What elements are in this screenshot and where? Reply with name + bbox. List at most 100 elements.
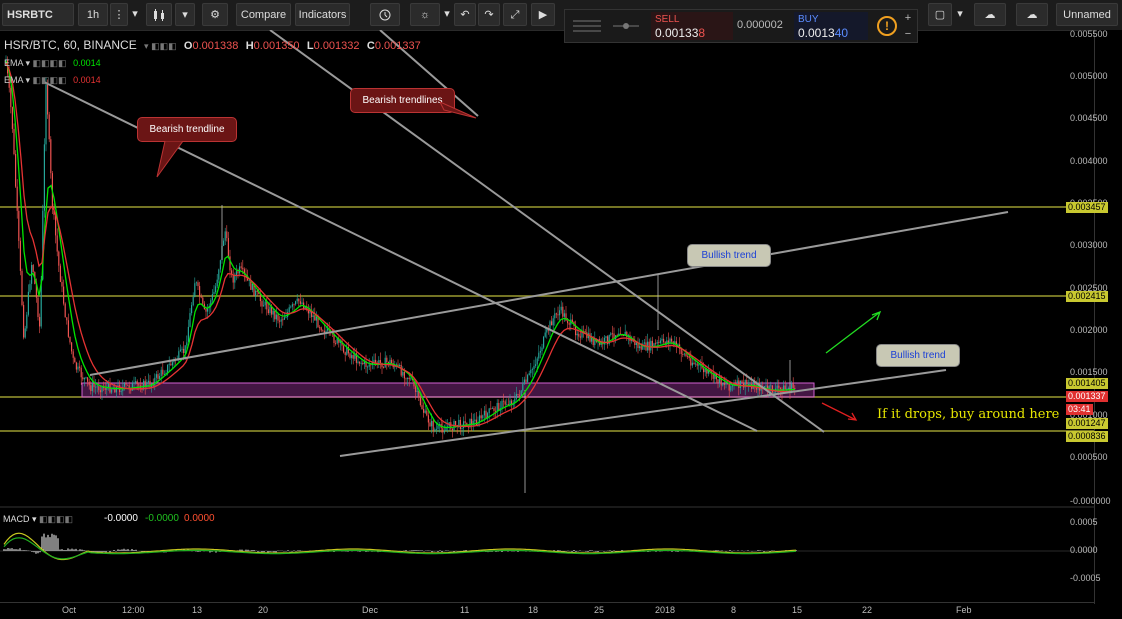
candle-body — [576, 333, 578, 336]
candle-body — [98, 386, 100, 391]
candle-body — [491, 408, 493, 409]
candle-body — [170, 364, 172, 366]
candle-body — [187, 326, 189, 343]
symbol-input[interactable]: HSRBTC — [2, 3, 74, 26]
candle-body — [743, 382, 745, 388]
candle-body — [482, 415, 484, 419]
candle-body — [520, 390, 522, 396]
candle-body — [650, 340, 652, 351]
candle-body — [562, 306, 564, 317]
callout-bullish-trend-2[interactable]: Bullish trend — [876, 344, 960, 367]
interval-button[interactable]: 1h — [78, 3, 108, 26]
cloud-load-icon[interactable]: ☁ — [974, 3, 1006, 26]
layout-dropdown-icon[interactable]: ▾ — [954, 3, 966, 26]
bulb-dropdown-icon[interactable]: ▾ — [442, 3, 452, 26]
ema-legend-2[interactable]: EMA ▾ ◧◧◧◧ 0.0014 — [4, 75, 101, 86]
candle-body — [255, 290, 257, 296]
candle-body — [451, 428, 453, 431]
candle-body — [234, 275, 236, 283]
alert-icon[interactable] — [370, 3, 400, 26]
chart-style-menu-icon[interactable]: ▾ — [175, 3, 195, 26]
candle-body — [480, 415, 482, 419]
candle-body — [335, 343, 337, 344]
candle-body — [498, 402, 500, 411]
time-label: 2018 — [655, 605, 676, 615]
candle-body — [285, 316, 287, 318]
candle-body — [181, 348, 183, 350]
time-label: Dec — [362, 605, 379, 615]
buy-note[interactable]: If it drops, buy around here — [877, 407, 1059, 422]
cloud-save-icon[interactable]: ☁ — [1016, 3, 1048, 26]
candle-body — [312, 315, 314, 318]
candle-body — [279, 320, 281, 322]
candle-body — [163, 373, 165, 375]
candle-body — [157, 374, 159, 379]
ema-legend-1[interactable]: EMA ▾ ◧◧◧◧ 0.0014 — [4, 58, 101, 69]
candle-body — [403, 371, 405, 379]
candle-body — [27, 291, 29, 315]
candle-body — [87, 377, 89, 382]
indicators-button[interactable]: Indicators — [295, 3, 350, 26]
candle-body — [360, 362, 362, 364]
callout-bearish-trendline[interactable]: Bearish trendline — [137, 117, 237, 142]
candle-body — [219, 260, 221, 270]
compare-button[interactable]: Compare — [236, 3, 291, 26]
candle-body — [528, 373, 530, 376]
candle-body — [655, 343, 657, 345]
candle-body — [362, 362, 364, 365]
candle-body — [578, 333, 580, 337]
callout-bullish-trend-1[interactable]: Bullish trend — [687, 244, 771, 267]
layout-icon[interactable]: ▢ — [928, 3, 952, 26]
candle-body — [461, 428, 463, 429]
candles-icon[interactable] — [146, 3, 172, 26]
candle-body — [571, 319, 573, 322]
candle-body — [730, 386, 732, 391]
candle-body — [691, 362, 693, 366]
redo-icon[interactable]: ↷ — [478, 3, 500, 26]
candle-body — [191, 305, 193, 314]
fullscreen-icon[interactable]: ⤢ — [503, 3, 527, 26]
legend-title[interactable]: HSR/BTC, 60, BINANCE — [4, 38, 137, 52]
candle-body — [546, 329, 548, 333]
layout-name-button[interactable]: Unnamed — [1056, 3, 1118, 26]
candle-body — [138, 384, 140, 386]
candle-body — [605, 336, 607, 338]
callout-pointer — [156, 141, 184, 178]
candle-body — [584, 331, 586, 333]
candle-body — [503, 400, 505, 402]
gear-icon[interactable]: ⚙ — [202, 3, 228, 26]
candle-body — [685, 353, 687, 357]
zoom-in-icon[interactable]: + — [901, 11, 915, 25]
trendline — [89, 211, 1009, 376]
candle-body — [293, 304, 295, 306]
bulb-icon[interactable]: ☼ — [410, 3, 440, 26]
candle-body — [75, 362, 77, 370]
candle-body — [64, 303, 66, 318]
candle-body — [291, 304, 293, 307]
interval-menu-icon[interactable]: ⋮ — [110, 3, 128, 26]
candle-body — [731, 385, 733, 387]
candle-body — [568, 323, 570, 325]
candle-body — [557, 314, 559, 316]
candle-body — [765, 385, 767, 387]
candle-body — [63, 286, 65, 304]
candle-body — [386, 357, 388, 363]
candle-body — [475, 419, 477, 426]
interval-dropdown-icon[interactable]: ▾ — [130, 3, 140, 26]
candle-body — [408, 377, 410, 380]
time-axis[interactable]: Oct 12:00 13 20 Dec 11 18 25 2018 8 15 2… — [0, 602, 1094, 619]
play-icon[interactable]: ▶ — [531, 3, 555, 26]
buy-zone-rect — [81, 382, 815, 398]
candle-body — [79, 366, 81, 368]
candle-body — [320, 327, 322, 331]
macd-legend[interactable]: MACD ▾ ◧◧◧◧ — [3, 514, 73, 525]
candle-body — [567, 320, 569, 324]
ohlc-close: C0.001337 — [366, 40, 421, 52]
candle-body — [282, 319, 284, 321]
undo-icon[interactable]: ↶ — [454, 3, 476, 26]
candle-body — [66, 317, 68, 321]
candle-body — [459, 419, 461, 429]
candle-body — [559, 310, 561, 316]
legend-controls-icon[interactable]: ▾ ◧◧◧ — [144, 41, 177, 51]
candle-body — [506, 404, 508, 406]
